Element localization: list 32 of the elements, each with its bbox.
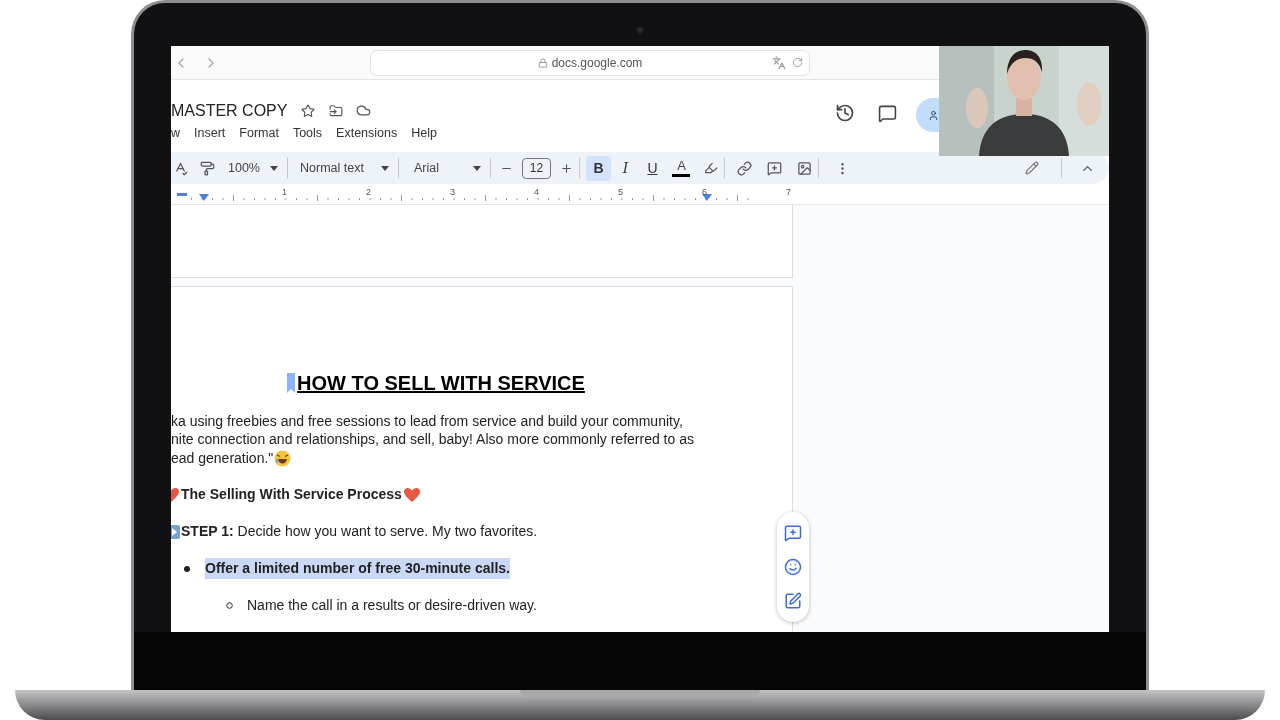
ruler-number: 6 — [701, 188, 707, 197]
section-heading: The Selling With Service Process — [181, 485, 402, 504]
document-heading: HOW TO SELL WITH SERVICE — [297, 373, 585, 393]
bullet-text: Name the call in a results or desire-driven way. — [247, 596, 537, 615]
paragraph-line: nite connection and relationships, and sell, baby! Also more commonly referred to as — [171, 430, 694, 450]
step-text: STEP 1: Decide how you want to serve. My two favorites. — [181, 522, 538, 541]
ruler-number: 5 — [617, 188, 623, 197]
bullet-text: Offer a limited number of free 30-minute calls. — [205, 558, 510, 579]
menu-item[interactable]: Format — [239, 124, 279, 143]
menu-item[interactable]: Extensions — [336, 124, 398, 143]
ruler-number: 2 — [365, 188, 371, 197]
ruler-number: 4 — [533, 188, 539, 197]
menu-item[interactable]: Help — [411, 124, 437, 143]
menu-item[interactable]: w — [171, 124, 181, 143]
menu-item[interactable]: Insert — [194, 124, 226, 143]
paragraph-line: ka using freebies and free sessions to lead from service and build your community, — [171, 411, 683, 431]
menu-item[interactable]: Tools — [292, 124, 323, 143]
format-button[interactable]: B — [586, 155, 611, 181]
ruler-number: 3 — [449, 188, 455, 197]
style-dropdown[interactable]: Normal text — [300, 158, 392, 178]
document-title[interactable]: MASTER COPY — [171, 103, 288, 119]
ruler-number: 7 — [785, 188, 791, 197]
ruler-number: 1 — [281, 188, 287, 197]
text-color-button[interactable]: A — [669, 155, 694, 181]
paragraph-line: ead generation." — [171, 448, 274, 468]
url-text: docs.google.com — [551, 54, 643, 72]
format-button[interactable]: U — [640, 155, 665, 181]
font-dropdown[interactable]: Arial — [414, 158, 484, 178]
font-size-field[interactable]: 12 — [522, 157, 551, 179]
address-bar[interactable]: docs.google.com — [370, 49, 810, 76]
format-button[interactable]: I — [613, 155, 638, 181]
zoom-dropdown[interactable]: 100% — [225, 158, 281, 178]
